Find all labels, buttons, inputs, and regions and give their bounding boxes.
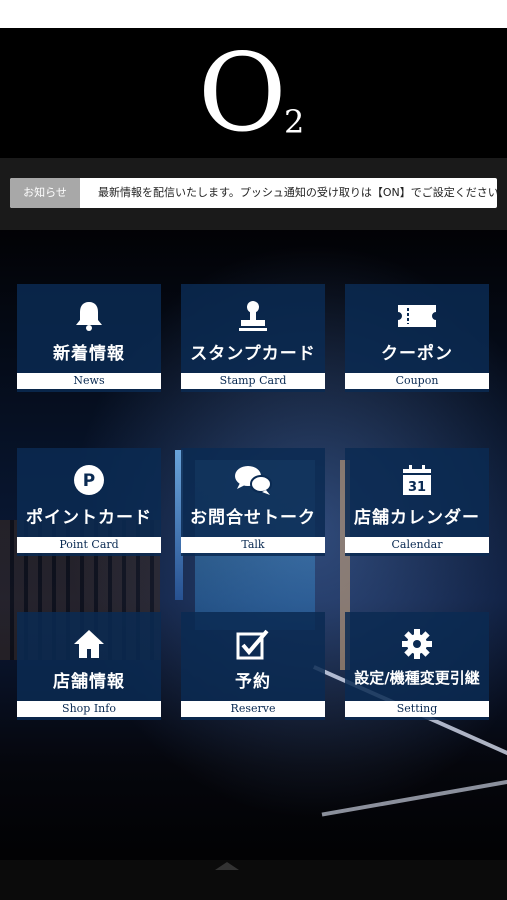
- tile-title: 設定/機種変更引継: [354, 669, 480, 687]
- tile-subtitle: Point Card: [17, 537, 161, 553]
- tile-title: 予約: [235, 672, 271, 692]
- home-icon: [69, 626, 109, 662]
- logo-main: O: [198, 31, 287, 156]
- tile-title: ポイントカード: [26, 508, 152, 528]
- menu-tile-reserve[interactable]: 予約 Reserve: [181, 612, 325, 720]
- tile-subtitle: Talk: [181, 537, 325, 553]
- stamp-icon: [233, 298, 273, 334]
- bell-icon: [69, 298, 109, 334]
- news-label: お知らせ: [10, 178, 80, 208]
- tile-title: 新着情報: [53, 344, 125, 364]
- chat-icon: [233, 462, 273, 498]
- tile-subtitle: Calendar: [345, 537, 489, 553]
- svg-text:P: P: [83, 471, 95, 491]
- logo: O 2: [198, 40, 328, 158]
- tile-title: クーポン: [381, 344, 453, 364]
- menu-tile-stamp-card[interactable]: スタンプカード Stamp Card: [181, 284, 325, 392]
- gear-icon: [397, 626, 437, 662]
- menu-tile-talk[interactable]: お問合せトーク Talk: [181, 448, 325, 556]
- point-icon: P: [69, 462, 109, 498]
- menu-tile-coupon[interactable]: クーポン Coupon: [345, 284, 489, 392]
- tile-subtitle: Stamp Card: [181, 373, 325, 389]
- app-header: O 2: [0, 28, 507, 158]
- menu-tile-point-card[interactable]: P ポイントカード Point Card: [17, 448, 161, 556]
- calendar-day: 31: [408, 480, 426, 495]
- menu-tile-calendar[interactable]: 31 店舗カレンダー Calendar: [345, 448, 489, 556]
- tile-subtitle: Setting: [345, 701, 489, 717]
- menu-tile-shop-info[interactable]: 店舗情報 Shop Info: [17, 612, 161, 720]
- checkbox-icon: [233, 626, 273, 662]
- tile-title: スタンプカード: [190, 344, 316, 364]
- status-strip: [0, 0, 507, 28]
- ticket-icon: [397, 298, 437, 334]
- news-band: お知らせ 最新情報を配信いたします。プッシュ通知の受け取りは【ON】でご設定くだ…: [0, 158, 507, 230]
- menu-tile-setting[interactable]: 設定/機種変更引継 Setting: [345, 612, 489, 720]
- tile-title: お問合せトーク: [190, 508, 316, 528]
- news-text: 最新情報を配信いたします。プッシュ通知の受け取りは【ON】でご設定ください。: [98, 186, 497, 199]
- menu-tile-news[interactable]: 新着情報 News: [17, 284, 161, 392]
- scroll-up-icon[interactable]: [215, 862, 239, 870]
- tile-title: 店舗情報: [53, 672, 125, 692]
- tile-subtitle: News: [17, 373, 161, 389]
- news-ticker[interactable]: お知らせ 最新情報を配信いたします。プッシュ通知の受け取りは【ON】でご設定くだ…: [10, 178, 497, 208]
- tile-subtitle: Shop Info: [17, 701, 161, 717]
- tile-title: 店舗カレンダー: [354, 508, 480, 528]
- bottom-bar: [0, 860, 507, 900]
- tile-subtitle: Coupon: [345, 373, 489, 389]
- logo-sub: 2: [284, 103, 305, 141]
- calendar-icon: 31: [397, 462, 437, 498]
- tile-subtitle: Reserve: [181, 701, 325, 717]
- bg-floor-line: [321, 767, 507, 817]
